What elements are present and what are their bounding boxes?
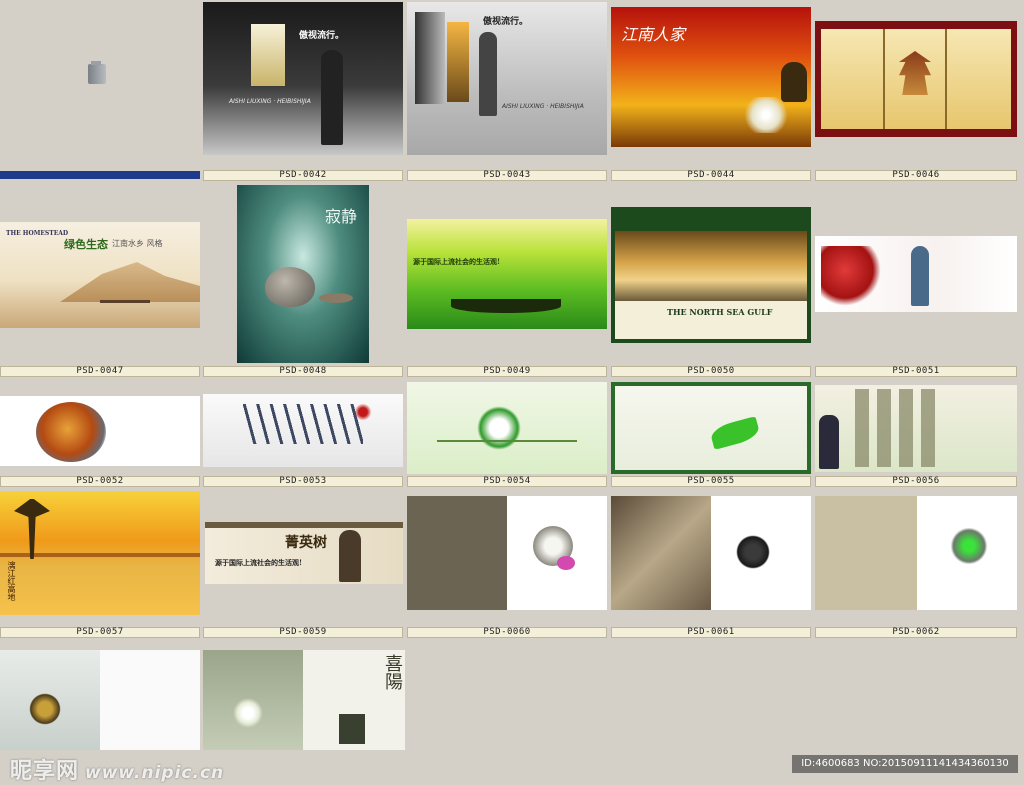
file-label: PSD-0056 xyxy=(815,476,1017,487)
thumb-title: 傲视流行。 xyxy=(299,31,345,41)
file-label: PSD-0049 xyxy=(407,366,607,377)
thumb-title: 绿色生态 xyxy=(64,238,108,251)
file-label: PSD-0052 xyxy=(0,476,200,487)
file-label: PSD-0050 xyxy=(611,366,811,377)
thumb-title: 漓江红高地 xyxy=(7,561,16,601)
thumb-subtitle: AISHI LIUXING · HEIBISHIJIA xyxy=(502,103,584,110)
file-label: PSD-0062 xyxy=(815,627,1017,638)
thumb-title: 菁英树 xyxy=(285,535,327,551)
file-label: PSD-0047 xyxy=(0,366,200,377)
thumb-subtitle: AISHI LIUXING · HEIBISHIJIA xyxy=(229,98,311,105)
file-label: PSD-0048 xyxy=(203,366,403,377)
thumb-title: 寂静 xyxy=(325,207,358,226)
file-label: PSD-0053 xyxy=(203,476,403,487)
image-id-bar: ID:4600683 NO:20150911141434360130 xyxy=(792,755,1018,773)
file-label: PSD-0043 xyxy=(407,170,607,181)
watermark-url: www.nipic.cn xyxy=(85,763,225,783)
file-label: PSD-0055 xyxy=(611,476,811,487)
selection-strip xyxy=(0,171,200,179)
file-label: PSD-0054 xyxy=(407,476,607,487)
thumb-title: 喜陽 xyxy=(382,654,403,690)
site-watermark: 昵享网 www.nipic.cn xyxy=(10,753,224,785)
file-label: PSD-0042 xyxy=(203,170,403,181)
file-label: PSD-0061 xyxy=(611,627,811,638)
thumb-title: 源于国际上流社会的生活观! xyxy=(413,257,501,266)
thumb-title: THE NORTH SEA GULF xyxy=(667,307,773,317)
thumb-subtitle: 源于国际上流社会的生活观! xyxy=(215,558,303,567)
thumb-title: 傲视流行。 xyxy=(483,17,529,27)
watermark-text: 昵享网 xyxy=(10,759,80,784)
file-label: PSD-0060 xyxy=(407,627,607,638)
file-label: PSD-0051 xyxy=(815,366,1017,377)
file-label: PSD-0044 xyxy=(611,170,811,181)
file-label: PSD-0057 xyxy=(0,627,200,638)
thumb-tagline: 江南水乡 风格 xyxy=(112,239,163,248)
file-label: PSD-0059 xyxy=(203,627,403,638)
file-label: PSD-0046 xyxy=(815,170,1017,181)
folder-icon[interactable] xyxy=(88,61,106,84)
thumb-subtitle: THE HOMESTEAD xyxy=(6,230,69,237)
thumb-title: 江南人家 xyxy=(621,25,686,44)
